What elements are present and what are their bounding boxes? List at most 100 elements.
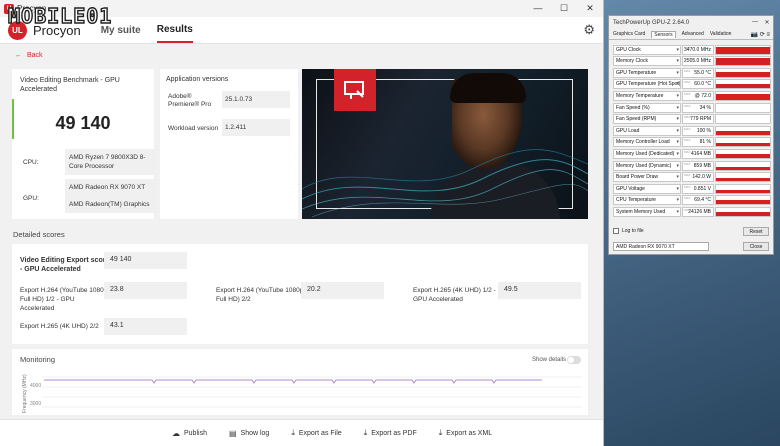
gpuz-title: TechPowerUp GPU-Z 2.64.0 [613,19,690,26]
action-bar: ☁ Publish ▤ Show log ⤓ Export as File ⤓ Expo… [0,419,603,446]
show-details-toggle[interactable] [567,356,581,364]
gpuz-tab-advanced[interactable]: Advanced [682,31,704,37]
sensor-value: 859 MB [682,160,714,171]
sensor-value: 34 % [682,102,714,113]
hero-image [302,69,588,219]
sensor-graph-fill [716,177,770,182]
gpuz-close-button[interactable]: ✕ [761,19,773,26]
procyon-window: U Procyon — ☐ ✕ MOBILE01 UL Procyon My s… [0,0,604,446]
sensor-label[interactable]: Memory Controller Load [613,137,681,148]
score-value-h264-1: 23.8 [104,282,187,299]
gpuz-minimize-button[interactable]: — [749,19,761,26]
score-label-h264-1: Export H.264 (YouTube 1080p Full HD) 1/2… [20,287,108,312]
sensor-value: 81 % [682,137,714,148]
publish-button[interactable]: ☁ Publish [172,429,207,438]
export-pdf-label: Export as PDF [371,429,417,437]
sensor-graph [715,44,771,55]
sensor-value: 55.0 °C [682,67,714,78]
score-label-h265-2: Export H.265 (4K UHD) 2/2 [20,323,99,330]
sensor-label[interactable]: GPU Temperature [613,67,681,78]
gpu-value-2: AMD Radeon(TM) Graphics [69,201,150,208]
y-axis-title: Frequency (MHz) [22,374,28,413]
monitoring-title: Monitoring [20,355,56,364]
sensor-label[interactable]: CPU Temperature [613,195,681,206]
sensor-label[interactable]: Fan Speed (RPM) [613,114,681,125]
sensor-graph-fill [716,143,770,147]
sensor-row: GPU Clock3470.0 MHz [613,44,771,55]
sensor-value: 779 RPM [682,114,714,125]
publish-label: Publish [184,429,207,437]
back-label: Back [26,52,43,59]
log-to-file[interactable]: Log to file [613,228,644,234]
gpuz-tab-validation[interactable]: Validation [710,31,732,37]
arrow-left-icon: ← [15,52,22,59]
sensor-label[interactable]: Board Power Draw [613,172,681,183]
app-versions-card: Application versions Adobe® Premiere® Pr… [160,69,298,219]
sensor-graph-fill [716,130,770,135]
log-checkbox[interactable] [613,228,619,234]
sensor-row: Memory Temperature@ 72.0 [613,90,771,101]
main-score-value: 49 140 [104,252,187,269]
sensor-label[interactable]: GPU Voltage [613,183,681,194]
sensor-row: GPU Load100 % [613,125,771,136]
detailed-scores-card: Video Editing Export score - GPU Acceler… [12,244,588,344]
sensor-graph [715,90,771,101]
back-link[interactable]: ← Back [15,52,43,59]
download-icon: ⤓ [438,428,443,437]
frequency-chart [42,376,582,408]
sensor-value: 100 % [682,125,714,136]
sensor-row: GPU Voltage0.851 V [613,183,771,194]
sensor-row: CPU Temperature69.4 °C [613,195,771,206]
sensor-label[interactable]: Memory Clock [613,56,681,67]
sensor-label[interactable]: Memory Used (Dedicated) [613,148,681,159]
sensor-graph-fill [716,166,770,170]
sensor-label[interactable]: GPU Clock [613,44,681,55]
detailed-scores-title: Detailed scores [13,230,65,239]
sensor-row: Board Power Draw142.0 W [613,172,771,183]
gpuz-tab-graphics-card[interactable]: Graphics Card [613,31,645,37]
sensor-graph-fill [716,154,770,158]
sensor-label[interactable]: Memory Used (Dynamic) [613,160,681,171]
maximize-button[interactable]: ☐ [551,3,577,14]
gpuz-toolbar-icons[interactable]: 📷 ⟳ ≡ [751,31,770,38]
download-icon: ⤓ [291,428,295,437]
sensor-graph [715,114,771,125]
export-pdf-button[interactable]: ⤓ Export as PDF [364,428,417,438]
benchmark-title: Video Editing Benchmark - GPU Accelerate… [20,77,120,93]
sensor-label[interactable]: GPU Load [613,125,681,136]
show-log-label: Show log [240,429,270,437]
sensor-graph-fill [716,72,770,77]
sensor-graph [715,102,771,113]
sensor-graph-fill [716,47,770,54]
sensor-row: GPU Temperature55.0 °C [613,67,771,78]
sensor-graph [715,137,771,148]
sensor-graph-fill [716,94,770,100]
sensor-label[interactable]: System Memory Used [613,206,681,217]
sensor-graph-fill [716,200,770,205]
gpuz-window: TechPowerUp GPU-Z 2.64.0 — ✕ Graphics Ca… [608,15,774,255]
hero-light-streams [302,149,588,218]
sensor-row: Fan Speed (RPM)779 RPM [613,114,771,125]
gpuz-close-btn[interactable]: Close [743,242,769,251]
export-xml-button[interactable]: ⤓ Export as XML [439,428,492,438]
reset-button[interactable]: Reset [743,227,769,236]
sensor-row: Memory Clock2505.0 MHz [613,56,771,67]
export-file-button[interactable]: ⤓ Export as File [291,428,341,438]
sensor-value: 2505.0 MHz [682,56,714,67]
overall-score: 49 140 [55,113,111,133]
device-select[interactable]: AMD Radeon RX 9070 XT [613,242,709,251]
gear-icon[interactable]: ⚙ [583,22,595,38]
close-button[interactable]: ✕ [577,3,603,14]
score-label-h264-2: Export H.264 (YouTube 1080p Full HD) 2/2 [216,287,304,303]
sensor-label[interactable]: Fan Speed (%) [613,102,681,113]
tab-results[interactable]: Results [156,18,193,43]
sensor-graph [715,56,771,67]
export-file-label: Export as File [298,429,342,437]
minimize-button[interactable]: — [525,3,551,14]
score-card: Video Editing Benchmark - GPU Accelerate… [12,69,158,219]
show-log-button[interactable]: ▤ Show log [229,429,269,438]
sensor-label[interactable]: Memory Temperature [613,90,681,101]
sensor-row: System Memory Used24126 MB [613,206,771,217]
gpuz-tab-sensors[interactable]: Sensors [651,30,676,38]
sensor-label[interactable]: GPU Temperature (Hot Spot) [613,79,681,90]
